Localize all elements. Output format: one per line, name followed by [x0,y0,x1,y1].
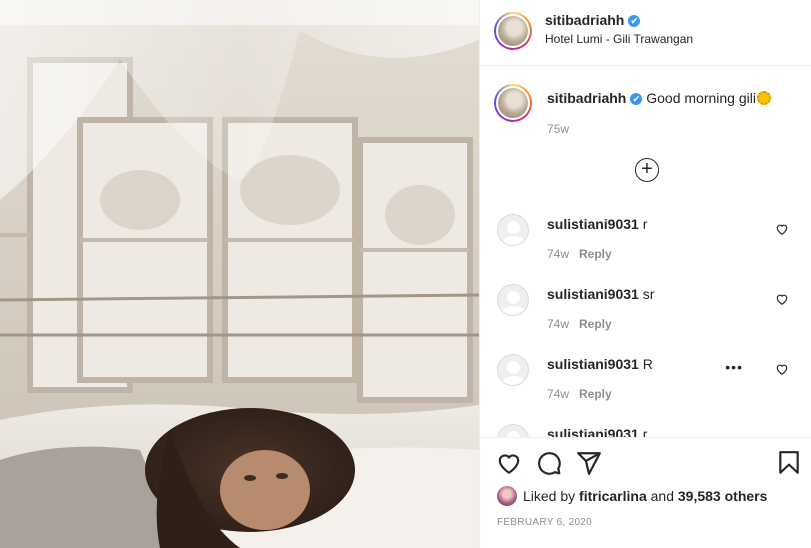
caption-username[interactable]: sitibadriahh [547,90,626,106]
sun-emoji-icon [756,91,771,105]
comment-text: sulistiani9031 r [547,216,647,232]
commenter-username[interactable]: sulistiani9031 [547,286,639,302]
like-comment-heart-icon[interactable] [775,362,789,376]
like-comment-heart-icon[interactable] [775,292,789,306]
commenter-avatar[interactable] [497,214,529,246]
caption-text: sitibadriahh ✔ Good morning gili [547,90,771,106]
comment-timestamp[interactable]: 74w [547,387,569,401]
comment-list[interactable]: sulistiani9031 r 74w Reply sulistiani9031… [480,200,811,437]
commenter-username[interactable]: sulistiani9031 [547,216,639,232]
comment-icon[interactable] [536,450,562,476]
post-location[interactable]: Hotel Lumi - Gili Trawangan [545,32,693,46]
author-username-text[interactable]: sitibadriahh [545,12,624,28]
caption-timestamp[interactable]: 75w [547,122,569,136]
comment-meta: 74w Reply [547,317,612,331]
comment-item: sulistiani9031 R 74w Reply ••• [480,340,811,410]
likes-and-label: and [650,488,674,504]
photo-illustration [0,0,479,548]
post-caption: sitibadriahh ✔ Good morning gili 75w [480,66,811,146]
commenter-avatar[interactable] [497,424,529,437]
liked-by-label: Liked by [523,488,576,504]
commenter-username[interactable]: sulistiani9031 [547,356,639,372]
bookmark-icon[interactable] [776,450,802,476]
commenter-username[interactable]: sulistiani9031 [547,426,639,437]
load-more-icon: + [641,158,653,180]
load-more-comments-button[interactable]: + [635,158,659,182]
comment-text: sulistiani9031 R [547,356,653,372]
reply-button[interactable]: Reply [579,387,612,401]
comment-text: sulistiani9031 sr [547,286,654,302]
verified-badge-icon: ✔ [630,93,643,105]
post-actions: Liked by fitricarlina and 39,583 others … [480,437,811,548]
comment-item: sulistiani9031 r [480,410,811,437]
comment-body: R [642,356,653,372]
comment-item: sulistiani9031 sr 74w Reply [480,270,811,340]
comment-meta: 74w Reply [547,247,612,261]
commenter-avatar[interactable] [497,284,529,316]
share-icon[interactable] [576,450,602,476]
comment-meta: 74w Reply [547,387,612,401]
caption-body: Good morning gili [646,90,756,106]
caption-avatar[interactable] [494,84,532,122]
reply-button[interactable]: Reply [579,247,612,261]
likes-count[interactable]: 39,583 others [678,488,768,504]
reply-button[interactable]: Reply [579,317,612,331]
liker-username[interactable]: fitricarlina [579,488,647,504]
post-photo[interactable] [0,0,479,548]
more-options-icon[interactable]: ••• [725,360,743,374]
comment-body: r [642,426,648,437]
post-date[interactable]: FEBRUARY 6, 2020 [497,517,592,528]
comment-timestamp[interactable]: 74w [547,317,569,331]
like-comment-heart-icon[interactable] [775,222,789,236]
comment-timestamp[interactable]: 74w [547,247,569,261]
comment-text: sulistiani9031 r [547,426,647,437]
post-header: sitibadriahh ✔ Hotel Lumi - Gili Trawanga… [480,0,811,66]
comment-item: sulistiani9031 r 74w Reply [480,200,811,270]
comment-body: r [642,216,648,232]
post-sidebar: sitibadriahh ✔ Hotel Lumi - Gili Trawanga… [479,0,811,548]
heart-icon[interactable] [496,450,522,476]
commenter-avatar[interactable] [497,354,529,386]
comment-body: sr [642,286,655,302]
author-avatar[interactable] [494,12,532,50]
author-username[interactable]: sitibadriahh ✔ [545,12,641,28]
liker-avatar[interactable] [497,486,517,506]
likes-summary: Liked by fitricarlina and 39,583 others [497,486,767,508]
verified-badge-icon: ✔ [628,15,641,27]
